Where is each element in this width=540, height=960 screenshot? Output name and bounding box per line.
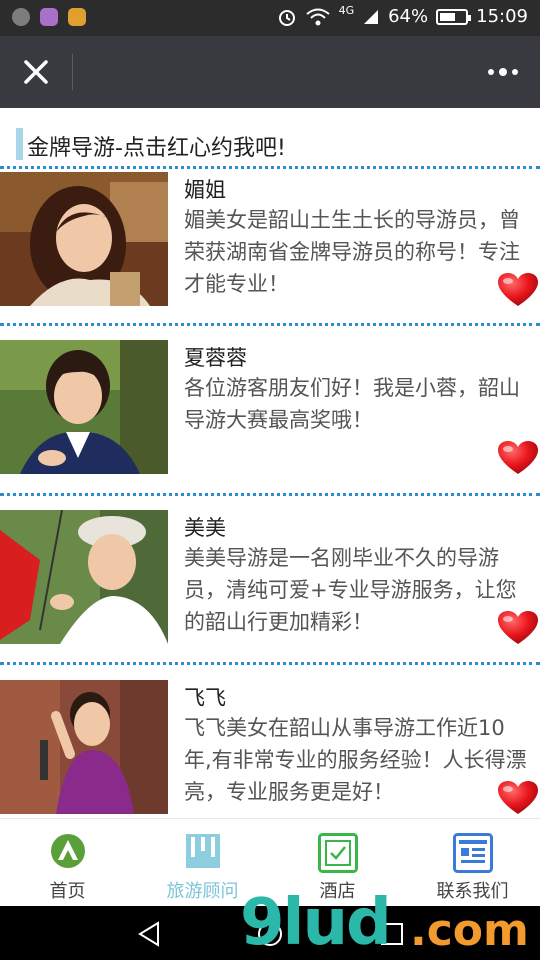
gallery-notification-icon bbox=[40, 8, 58, 26]
title-bar bbox=[0, 36, 540, 108]
signal-icon bbox=[364, 9, 379, 24]
guide-description: 媚美女是韶山土生土长的导游员，曾荣获湖南省金牌导游员的称号！专注才能专业！ bbox=[184, 208, 520, 296]
book-icon bbox=[185, 834, 220, 868]
app-notification-icon-2 bbox=[68, 8, 86, 26]
title-divider bbox=[72, 54, 73, 90]
notification-icons bbox=[12, 8, 86, 26]
more-button[interactable] bbox=[486, 60, 520, 84]
more-icon bbox=[488, 68, 518, 76]
guide-name: 飞飞 bbox=[184, 686, 226, 710]
guide-card[interactable]: 夏蓉蓉 各位游客朋友们好！我是小蓉，韶山导游大赛最高奖哦！ bbox=[0, 336, 540, 476]
guide-card[interactable]: 飞飞 飞飞美女在韶山从事导游工作近10年,有非常专业的服务经验！人长得漂亮，专业… bbox=[0, 676, 540, 816]
home-icon bbox=[50, 834, 85, 868]
close-button[interactable] bbox=[18, 54, 54, 90]
nav-label: 联系我们 bbox=[436, 881, 509, 902]
guide-card[interactable]: 媚姐 媚美女是韶山土生土长的导游员，曾荣获湖南省金牌导游员的称号！专注才能专业！ bbox=[0, 168, 540, 308]
nav-label: 酒店 bbox=[319, 881, 356, 902]
guide-name: 美美 bbox=[184, 516, 226, 540]
section-accent-bar bbox=[16, 128, 23, 160]
nav-item-travel-advisor[interactable]: 旅游顾问 bbox=[135, 819, 270, 907]
home-circle-icon[interactable] bbox=[256, 920, 284, 948]
section-header: 金牌导游-点击红心约我吧! bbox=[0, 124, 540, 164]
check-box-icon bbox=[317, 833, 358, 873]
nav-label: 首页 bbox=[49, 881, 86, 902]
app-notification-icon bbox=[12, 8, 30, 26]
status-indicators: 4G 64% 15:09 bbox=[277, 4, 528, 27]
heart-icon[interactable] bbox=[497, 440, 539, 476]
battery-level bbox=[440, 12, 456, 21]
heart-icon[interactable] bbox=[497, 780, 539, 816]
guide-name: 夏蓉蓉 bbox=[184, 346, 247, 370]
contact-card-icon bbox=[452, 833, 493, 873]
guide-photo bbox=[0, 172, 168, 306]
guide-description: 美美导游是一名刚毕业不久的导游员，清纯可爱+专业导游服务，让您的韶山行更加精彩！ bbox=[184, 546, 517, 634]
system-nav-bar bbox=[0, 906, 540, 960]
battery-icon bbox=[436, 8, 472, 25]
guide-photo bbox=[0, 340, 168, 474]
status-bar: 4G 64% 15:09 bbox=[0, 0, 540, 36]
back-icon[interactable] bbox=[136, 920, 164, 948]
dotted-divider bbox=[0, 323, 540, 326]
network-type: 4G bbox=[338, 4, 355, 17]
heart-icon[interactable] bbox=[497, 610, 539, 646]
guide-photo bbox=[0, 510, 168, 644]
wifi-icon bbox=[305, 8, 330, 25]
guide-card[interactable]: 美美 美美导游是一名刚毕业不久的导游员，清纯可爱+专业导游服务，让您的韶山行更加… bbox=[0, 506, 540, 646]
dotted-divider bbox=[0, 493, 540, 496]
guide-description: 各位游客朋友们好！我是小蓉，韶山导游大赛最高奖哦！ bbox=[184, 376, 520, 432]
dotted-divider bbox=[0, 662, 540, 665]
guide-description: 飞飞美女在韶山从事导游工作近10年,有非常专业的服务经验！人长得漂亮，专业服务更… bbox=[184, 716, 527, 804]
battery-percent: 64% bbox=[388, 6, 429, 27]
heart-icon[interactable] bbox=[497, 272, 539, 308]
section-title: 金牌导游-点击红心约我吧! bbox=[27, 136, 286, 161]
alarm-icon bbox=[278, 9, 295, 26]
bottom-nav: 首页 旅游顾问 酒店 联系我们 bbox=[0, 818, 540, 906]
clock: 15:09 bbox=[476, 6, 528, 27]
guide-photo bbox=[0, 680, 168, 814]
close-icon bbox=[24, 60, 48, 84]
guide-name: 媚姐 bbox=[184, 178, 226, 202]
nav-label: 旅游顾问 bbox=[166, 881, 239, 902]
nav-item-contact[interactable]: 联系我们 bbox=[405, 819, 540, 907]
recents-icon[interactable] bbox=[378, 920, 406, 948]
nav-item-hotel[interactable]: 酒店 bbox=[270, 819, 405, 907]
nav-item-home[interactable]: 首页 bbox=[0, 819, 135, 907]
